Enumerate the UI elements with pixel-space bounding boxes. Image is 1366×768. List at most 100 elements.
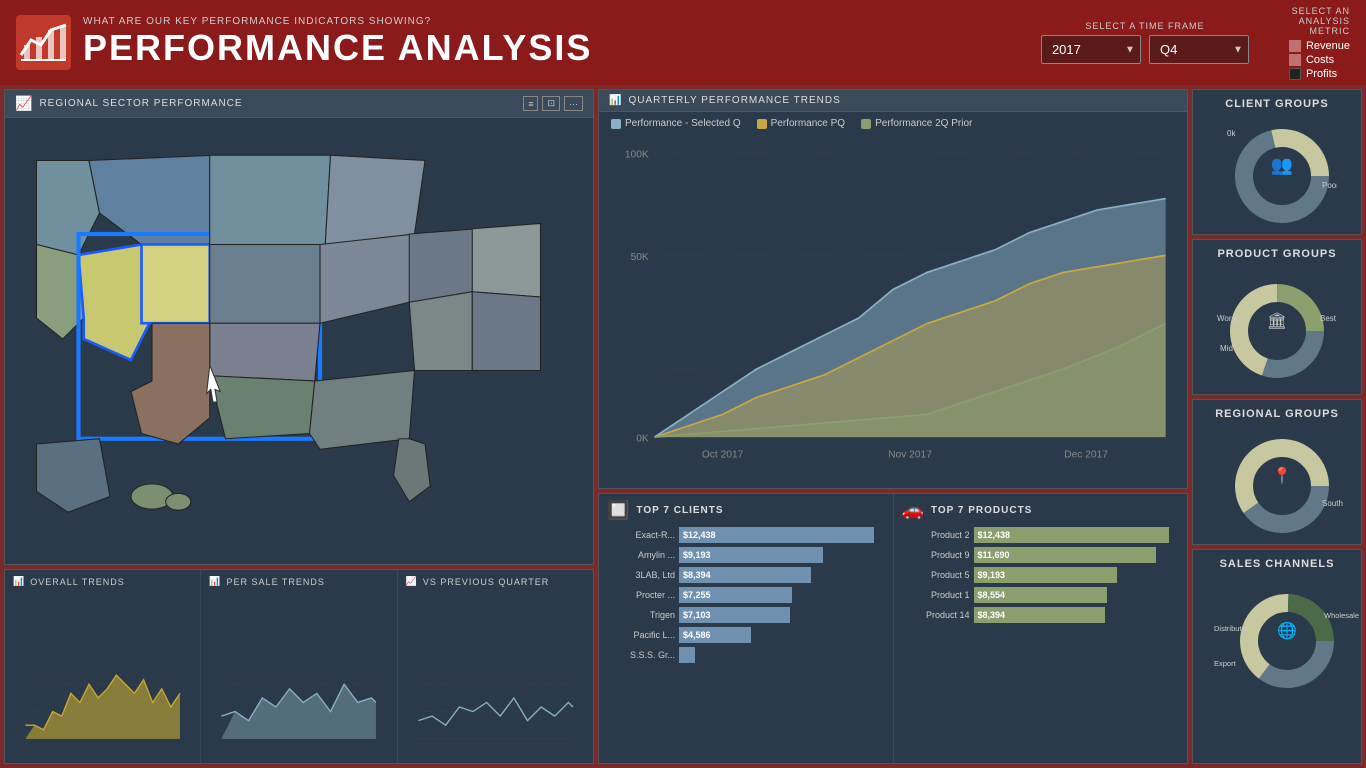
client-groups-panel: CLIENT GROUPS 👥 0k Poor xyxy=(1192,89,1362,235)
client-bar-2: $8,394 xyxy=(679,567,811,583)
top7-products-header: 🚗 TOP 7 PRODUCTS xyxy=(902,500,1180,521)
svg-text:Wholesale: Wholesale xyxy=(1324,611,1359,620)
client-groups-donut: 👥 0k Poor xyxy=(1217,116,1337,226)
svg-text:Poor: Poor xyxy=(1322,181,1337,190)
profits-checkbox xyxy=(1289,68,1301,80)
per-sale-section: 📊 PER SALE TRENDS xyxy=(201,570,397,763)
map-title: REGIONAL SECTOR PERFORMANCE xyxy=(39,98,242,109)
year-select-wrapper: 2017 2016 2015 ▼ xyxy=(1041,35,1141,64)
svg-text:📍: 📍 xyxy=(1272,466,1292,485)
product-bar-2: $9,193 xyxy=(974,567,1118,583)
map-panel-header: 📈 REGIONAL SECTOR PERFORMANCE ≡ ⊡ ··· xyxy=(5,90,593,118)
metric-revenue-option[interactable]: Revenue xyxy=(1289,40,1350,52)
quarter-select[interactable]: Q4 Q3 Q2 Q1 xyxy=(1149,35,1249,64)
vs-prev-header: 📈 VS PREVIOUS QUARTER xyxy=(406,576,585,587)
product-bar-4: $8,394 xyxy=(974,607,1106,623)
top7-products-section: 🚗 TOP 7 PRODUCTS Product 2 $12,438 Produ… xyxy=(894,494,1188,763)
client-groups-donut-container: 👥 0k Poor xyxy=(1217,116,1337,226)
overall-icon: 📊 xyxy=(13,576,25,587)
client-label-0: Exact-R... xyxy=(607,530,675,540)
header-icon xyxy=(16,15,71,70)
product-row-4: Product 14 $8,394 xyxy=(902,607,1180,623)
header-subtitle: WHAT ARE OUR KEY PERFORMANCE INDICATORS … xyxy=(83,16,1041,27)
client-value-3: $7,255 xyxy=(683,590,711,600)
client-row-6: S.S.S. Gr... xyxy=(607,647,885,663)
revenue-label: Revenue xyxy=(1306,40,1350,52)
top7-panel: 🔲 TOP 7 CLIENTS Exact-R... $12,438 Amyli… xyxy=(598,493,1188,764)
svg-text:100K: 100K xyxy=(625,150,649,161)
client-value-5: $4,586 xyxy=(683,630,711,640)
client-row-0: Exact-R... $12,438 xyxy=(607,527,885,543)
svg-text:South: South xyxy=(1322,499,1343,508)
regional-groups-donut: 📍 South xyxy=(1217,426,1347,536)
us-map-svg xyxy=(5,118,593,560)
client-bar-4: $7,103 xyxy=(679,607,790,623)
sales-channels-donut: 🌐 Distributor Wholesale Export xyxy=(1212,576,1362,691)
client-row-4: Trigen $7,103 xyxy=(607,607,885,623)
product-row-1: Product 9 $11,690 xyxy=(902,547,1180,563)
product-value-2: $9,193 xyxy=(978,570,1006,580)
analysis-label: SELECT ANANALYSISMETRIC xyxy=(1292,6,1350,36)
legend-dot-selected xyxy=(611,119,621,129)
per-sale-title: PER SALE TRENDS xyxy=(227,577,325,587)
analysis-block: SELECT ANANALYSISMETRIC Revenue Costs Pr… xyxy=(1289,6,1350,80)
regional-groups-panel: REGIONAL GROUPS 📍 South xyxy=(1192,399,1362,545)
product-bar-1: $11,690 xyxy=(974,547,1157,563)
legend-label-selected: Performance - Selected Q xyxy=(625,118,741,129)
product-bar-container-4: $8,394 xyxy=(974,607,1180,623)
client-row-2: 3LAB, Ltd $8,394 xyxy=(607,567,885,583)
map-dots-btn[interactable]: ··· xyxy=(564,96,583,111)
products-icon: 🚗 xyxy=(902,500,925,521)
client-bar-3: $7,255 xyxy=(679,587,792,603)
client-groups-title: CLIENT GROUPS xyxy=(1225,98,1328,110)
product-value-4: $8,394 xyxy=(978,610,1006,620)
product-bar-container-0: $12,438 xyxy=(974,527,1180,543)
product-groups-title: PRODUCT GROUPS xyxy=(1217,248,1336,260)
client-label-1: Amylin ... xyxy=(607,550,675,560)
year-select[interactable]: 2017 2016 2015 xyxy=(1041,35,1141,64)
map-area[interactable] xyxy=(5,118,593,560)
svg-text:Worst: Worst xyxy=(1217,314,1239,323)
quarterly-panel-header: 📊 QUARTERLY PERFORMANCE TRENDS xyxy=(599,90,1187,112)
product-label-0: Product 2 xyxy=(902,530,970,540)
client-row-5: Pacific L... $4,586 xyxy=(607,627,885,643)
map-menu-btn[interactable]: ≡ xyxy=(523,96,538,111)
product-value-3: $8,554 xyxy=(978,590,1006,600)
products-title: TOP 7 PRODUCTS xyxy=(931,505,1032,516)
metric-profits-option[interactable]: Profits xyxy=(1289,68,1350,80)
client-bar-5: $4,586 xyxy=(679,627,751,643)
quarterly-icon: 📊 xyxy=(609,95,622,106)
quarterly-chart-area: 100K 50K 0K Oct 2017 Nov 2017 Dec 2017 xyxy=(599,135,1187,488)
map-expand-btn[interactable]: ⊡ xyxy=(542,96,560,111)
analysis-options: Revenue Costs Profits xyxy=(1289,40,1350,80)
product-bar-container-3: $8,554 xyxy=(974,587,1180,603)
client-bar-container-5: $4,586 xyxy=(679,627,885,643)
overall-title: OVERALL TRENDS xyxy=(30,577,125,587)
client-bar-1: $9,193 xyxy=(679,547,823,563)
product-row-3: Product 1 $8,554 xyxy=(902,587,1180,603)
product-bar-3: $8,554 xyxy=(974,587,1108,603)
metric-costs-option[interactable]: Costs xyxy=(1289,54,1350,66)
client-value-0: $12,438 xyxy=(683,530,716,540)
client-label-3: Procter ... xyxy=(607,590,675,600)
client-bar-container-0: $12,438 xyxy=(679,527,885,543)
client-label-6: S.S.S. Gr... xyxy=(607,650,675,660)
overall-trends-header: 📊 OVERALL TRENDS xyxy=(13,576,192,587)
quarterly-chart-svg: 100K 50K 0K Oct 2017 Nov 2017 Dec 2017 xyxy=(609,135,1177,478)
client-bar-0: $12,438 xyxy=(679,527,874,543)
per-sale-icon: 📊 xyxy=(209,576,221,587)
legend-item-2qprior: Performance 2Q Prior xyxy=(861,118,972,129)
regional-groups-donut-container: 📍 South xyxy=(1217,426,1337,536)
vs-prev-title: VS PREVIOUS QUARTER xyxy=(423,577,549,587)
svg-text:Export: Export xyxy=(1214,659,1237,668)
product-groups-panel: PRODUCT GROUPS 🏛 Worst Best Mid xyxy=(1192,239,1362,395)
product-label-1: Product 9 xyxy=(902,550,970,560)
per-sale-chart-svg xyxy=(209,657,388,757)
main-content: 📈 REGIONAL SECTOR PERFORMANCE ≡ ⊡ ··· xyxy=(0,85,1366,768)
svg-text:🌐: 🌐 xyxy=(1277,621,1297,640)
product-value-0: $12,438 xyxy=(978,530,1011,540)
middle-column: 📊 QUARTERLY PERFORMANCE TRENDS Performan… xyxy=(598,89,1188,764)
client-bar-container-4: $7,103 xyxy=(679,607,885,623)
svg-text:Mid: Mid xyxy=(1220,344,1233,353)
svg-text:50K: 50K xyxy=(631,252,649,263)
